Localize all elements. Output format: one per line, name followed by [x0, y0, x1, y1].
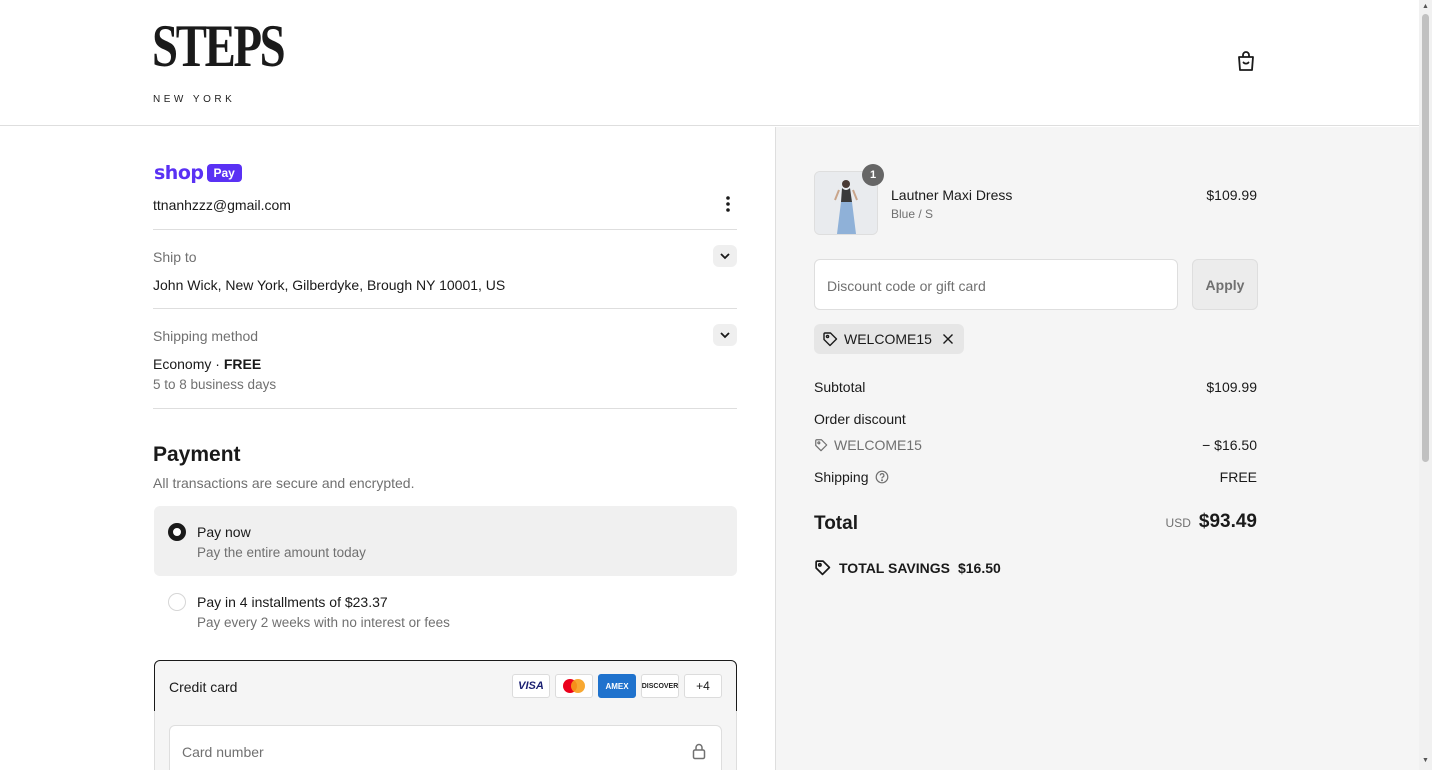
subtotal-value: $109.99 — [1206, 379, 1257, 395]
savings-label: TOTAL SAVINGS — [839, 559, 950, 576]
chevron-down-icon — [720, 332, 730, 339]
amex-logo-icon: AMEX — [598, 674, 636, 698]
checkout-form: shop Pay ttnanhzzz@gmail.com Ship to Joh… — [0, 127, 775, 770]
order-summary: 1 Lautner Maxi Dress Blue / S $109.99 Di… — [775, 127, 1419, 770]
product-variant: Blue / S — [891, 207, 934, 221]
credit-card-label: Credit card — [169, 679, 238, 695]
divider — [153, 308, 737, 309]
shipping-method-label: Shipping method — [153, 328, 259, 344]
radio-selected[interactable] — [168, 523, 186, 541]
card-number-input[interactable]: Card number — [169, 725, 722, 770]
savings-value: $16.50 — [957, 559, 1001, 576]
separator: · — [211, 356, 224, 372]
visa-logo-icon: VISA — [512, 674, 550, 698]
lock-icon — [691, 742, 707, 763]
applied-code: WELCOME15 — [844, 331, 932, 347]
more-options-icon[interactable] — [718, 193, 738, 215]
shipping-value: FREE — [1219, 469, 1257, 485]
logo-wordmark: STEPS — [152, 13, 286, 79]
ship-to-label: Ship to — [153, 249, 197, 265]
discount-value: − $16.50 — [1202, 437, 1257, 453]
ship-to-toggle[interactable] — [713, 245, 737, 267]
shipping-method-toggle[interactable] — [713, 324, 737, 346]
page-scrollbar[interactable]: ▲ ▼ — [1419, 0, 1432, 770]
shipping-method-value: Economy · FREE — [153, 356, 261, 372]
shopping-bag-icon[interactable] — [1234, 49, 1258, 73]
shop-pay-word: shop — [154, 162, 204, 184]
account-email: ttnanhzzz@gmail.com — [153, 197, 291, 213]
radio-unselected[interactable] — [168, 593, 186, 611]
scrollbar-thumb[interactable] — [1422, 14, 1429, 462]
payment-option-pay-now[interactable]: Pay now Pay the entire amount today — [154, 506, 737, 576]
discount-placeholder: Discount code or gift card — [827, 278, 986, 294]
shop-pay-badge: Pay — [206, 164, 242, 182]
card-logos: VISA AMEX DISCOVER +4 — [512, 674, 722, 698]
divider — [153, 229, 737, 230]
credit-card-fields: Card number — [154, 711, 737, 770]
option-title: Pay in 4 installments of $23.37 — [197, 594, 388, 610]
payment-subtitle: All transactions are secure and encrypte… — [153, 475, 415, 491]
scroll-down-arrow-icon[interactable]: ▼ — [1422, 757, 1429, 764]
option-subtitle: Pay every 2 weeks with no interest or fe… — [197, 615, 450, 630]
applied-discount-chip: WELCOME15 — [814, 324, 964, 354]
divider — [153, 408, 737, 409]
discount-code-label: WELCOME15 — [834, 437, 922, 453]
product-name: Lautner Maxi Dress — [891, 187, 1013, 203]
option-title: Pay now — [197, 524, 251, 540]
total-amount: USD $93.49 — [1166, 511, 1257, 533]
help-icon[interactable] — [875, 470, 889, 484]
shop-pay-logo: shop Pay — [154, 162, 242, 184]
shipping-label: Shipping — [814, 469, 869, 485]
tag-icon — [823, 332, 838, 347]
shipping-eta: 5 to 8 business days — [153, 377, 277, 392]
more-cards-badge: +4 — [684, 674, 722, 698]
total-savings: TOTAL SAVINGS $16.50 — [814, 559, 1001, 576]
mastercard-logo-icon — [555, 674, 593, 698]
discount-code-input[interactable]: Discount code or gift card — [814, 259, 1178, 310]
shipping-method-price: FREE — [223, 356, 262, 372]
currency-code: USD — [1165, 516, 1191, 530]
option-subtitle: Pay the entire amount today — [197, 545, 366, 560]
store-logo[interactable]: STEPS NEW YORK — [152, 13, 286, 108]
card-number-placeholder: Card number — [182, 744, 264, 760]
shipping-row: Shipping — [814, 469, 889, 485]
total-label: Total — [814, 513, 858, 534]
order-discount-label: Order discount — [814, 411, 906, 427]
credit-card-header[interactable]: Credit card VISA AMEX DISCOVER +4 — [154, 660, 737, 712]
ship-to-address: John Wick, New York, Gilberdyke, Brough … — [153, 277, 506, 293]
payment-option-installments[interactable]: Pay in 4 installments of $23.37 Pay ever… — [154, 576, 737, 646]
discount-code-row: WELCOME15 — [814, 437, 922, 453]
remove-discount-icon[interactable] — [942, 333, 954, 345]
site-header: STEPS NEW YORK — [0, 0, 1419, 126]
subtotal-label: Subtotal — [814, 379, 866, 395]
logo-subtitle: NEW YORK — [153, 94, 236, 105]
tag-icon — [815, 439, 828, 452]
total-value: $93.49 — [1198, 511, 1257, 532]
scroll-up-arrow-icon[interactable]: ▲ — [1422, 3, 1429, 10]
discover-logo-icon: DISCOVER — [641, 674, 679, 698]
payment-title: Payment — [153, 443, 241, 466]
chevron-down-icon — [720, 253, 730, 260]
tag-icon — [815, 560, 831, 576]
shipping-method-name: Economy — [153, 356, 212, 372]
product-price: $109.99 — [1206, 187, 1257, 203]
quantity-badge: 1 — [862, 164, 884, 186]
apply-button[interactable]: Apply — [1192, 259, 1258, 310]
